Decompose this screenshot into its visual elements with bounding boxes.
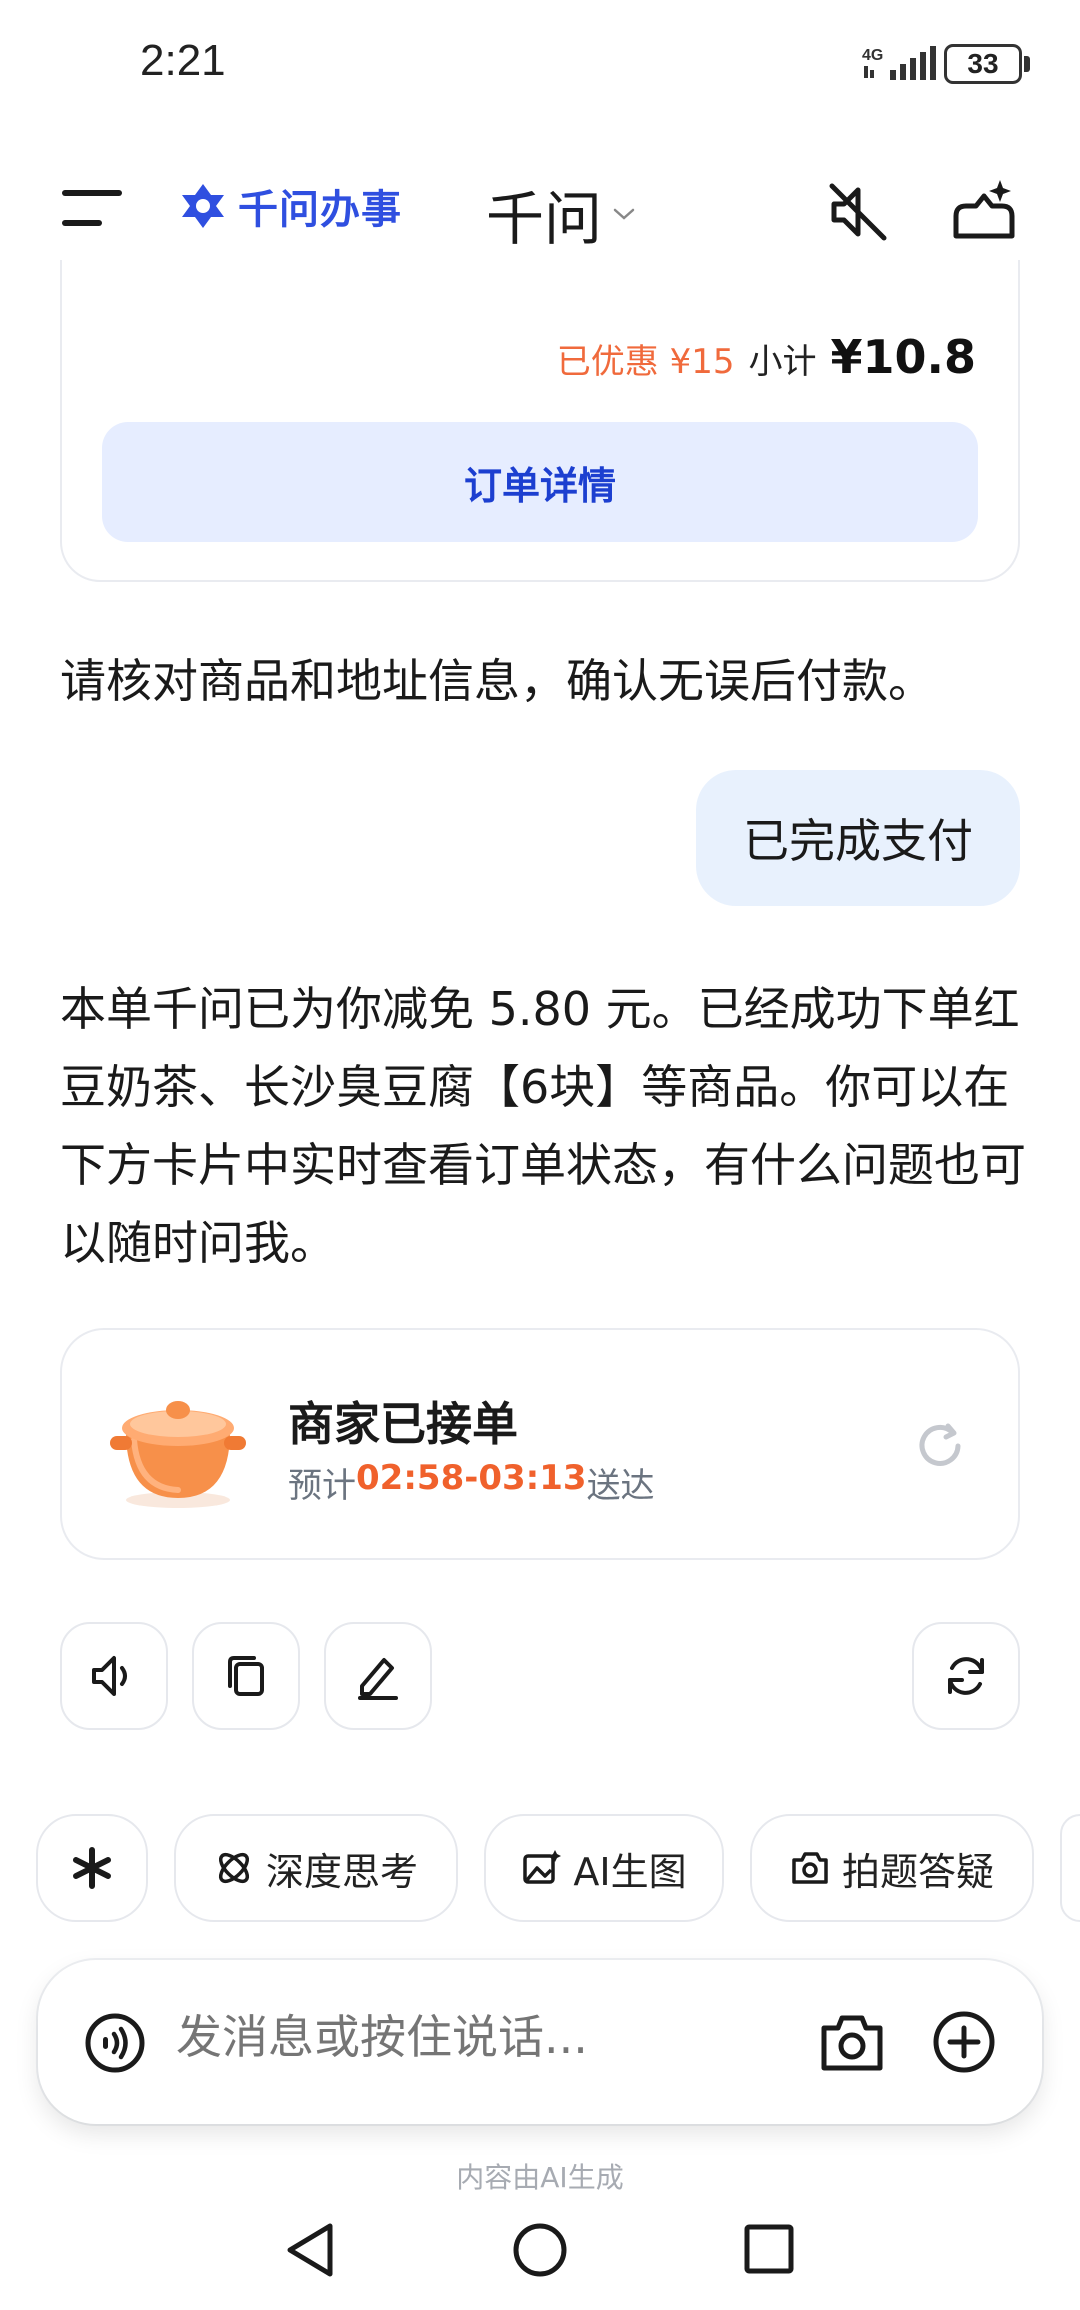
brand-name: 千问办事 [238, 187, 402, 233]
order-detail-button[interactable]: 订单详情 [102, 422, 978, 542]
chip-label: AI生图 [573, 1849, 687, 1894]
delivery-eta: 预计 02:58-03:13 送达 [288, 1458, 655, 1507]
chip-deep-thinking[interactable]: 深度思考 [174, 1814, 458, 1922]
eta-time: 02:58-03:13 [356, 1458, 587, 1498]
recent-apps-icon[interactable] [744, 2224, 794, 2274]
eta-suffix: 送达 [586, 1466, 655, 1506]
camera-icon[interactable] [820, 2012, 884, 2072]
ai-disclaimer: 内容由AI生成 [456, 2161, 624, 2194]
regenerate-icon [948, 1657, 984, 1695]
page-title: 千问 [486, 185, 603, 253]
image-icon [523, 1850, 562, 1884]
chip-more[interactable] [1060, 1814, 1080, 1922]
eta-prefix: 预计 [288, 1466, 356, 1506]
new-chat-icon[interactable] [950, 176, 1018, 244]
status-time: 2:21 [140, 36, 226, 85]
speaker-button[interactable] [60, 1622, 168, 1730]
sparkle-icon [73, 1847, 111, 1889]
chip-photo-question[interactable]: 拍题答疑 [750, 1814, 1034, 1922]
subtotal-label: 小计 [748, 342, 817, 382]
user-message: 已完成支付 [696, 770, 1020, 906]
back-icon[interactable] [282, 2220, 338, 2280]
assistant-message: 请核对商品和地址信息，确认无误后付款。 [60, 654, 934, 708]
loading-spinner-icon [919, 1423, 961, 1466]
chip-label: 深度思考 [265, 1849, 418, 1894]
home-icon[interactable] [512, 2222, 568, 2278]
discount-amount: 已优惠 ¥15 [556, 342, 735, 382]
brand-logo[interactable]: 千问办事 [178, 178, 402, 234]
message-input[interactable] [176, 2010, 776, 2064]
camera-icon [792, 1852, 828, 1884]
battery-indicator: 33 [944, 44, 1022, 84]
copy-icon [228, 1656, 264, 1696]
order-status-title: 商家已接单 [288, 1397, 518, 1451]
atom-icon [218, 1852, 250, 1884]
cooking-pot-icon [110, 1401, 246, 1508]
chip-label: 拍题答疑 [841, 1849, 994, 1894]
battery-tip [1024, 56, 1030, 72]
menu-icon[interactable] [62, 186, 126, 230]
subtotal-value: ¥10.8 [830, 330, 976, 384]
regenerate-button[interactable] [912, 1622, 1020, 1730]
chevron-down-icon [613, 208, 635, 220]
voice-input-icon[interactable] [84, 2012, 146, 2074]
plus-icon[interactable] [932, 2010, 996, 2074]
speaker-icon [92, 1656, 127, 1696]
edit-icon [358, 1658, 398, 1700]
copy-button[interactable] [192, 1622, 300, 1730]
chip-ai-image[interactable]: AI生图 [484, 1814, 724, 1922]
subtotal-line: 已优惠 ¥15 小计 ¥10.8 [557, 330, 976, 384]
edit-button[interactable] [324, 1622, 432, 1730]
assistant-message: 本单千问已为你减免 5.80 元。已经成功下单红豆奶茶、长沙臭豆腐【6块】等商品… [60, 982, 1026, 1270]
brand-mark-icon [182, 184, 224, 228]
model-selector[interactable]: 千问 [486, 172, 636, 256]
svg-text:4G: 4G [862, 47, 883, 64]
chip-assistant[interactable] [36, 1814, 148, 1922]
mute-icon[interactable] [826, 180, 890, 244]
